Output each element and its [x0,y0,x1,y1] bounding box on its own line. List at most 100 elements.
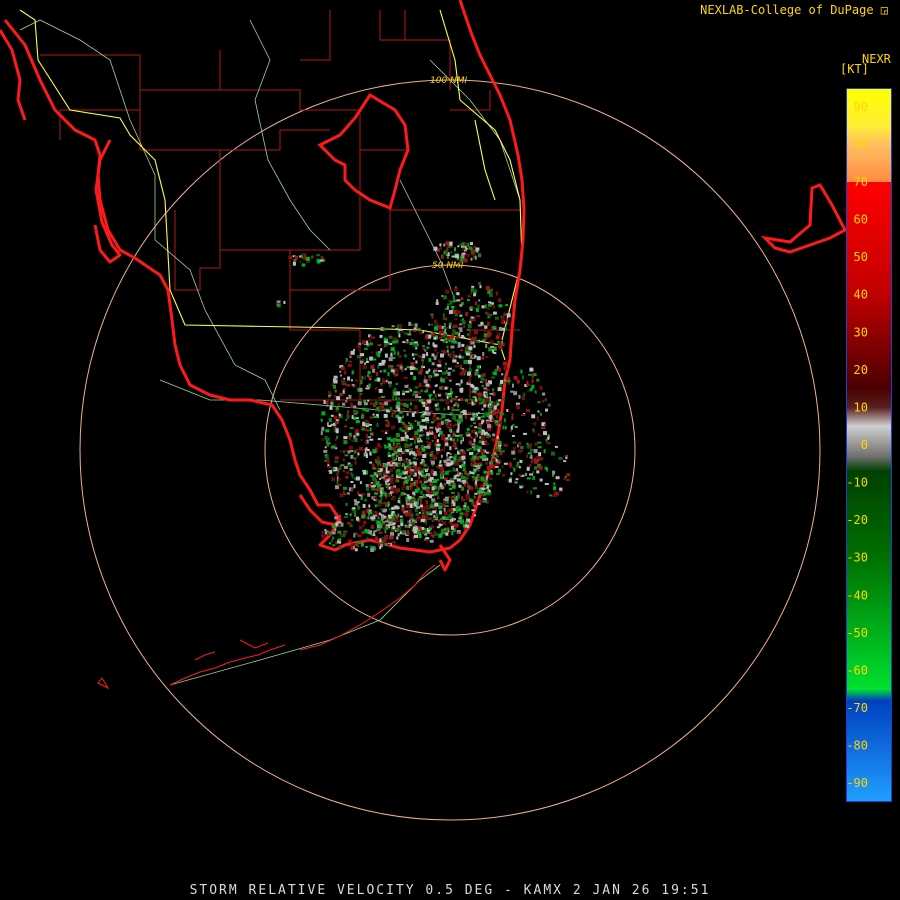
echo-pixel [481,435,486,440]
echo-pixel [326,404,329,407]
echo-pixel [351,415,354,420]
echo-pixel [333,425,336,430]
echo-pixel [425,406,430,411]
echo-pixel [352,507,356,510]
echo-pixel [461,486,465,491]
echo-pixel [343,465,348,469]
echo-pixel [447,252,450,257]
echo-pixel [559,487,563,491]
echo-pixel [385,432,387,434]
echo-pixel [503,361,508,366]
echo-pixel [405,436,409,439]
echo-pixel [347,376,351,381]
echo-pixel [396,438,400,442]
echo-pixel [388,518,393,522]
echo-pixel [393,465,395,470]
echo-pixel [324,446,327,449]
echo-pixel [436,444,441,447]
echo-pixel [389,468,393,473]
echo-pixel [365,454,368,458]
echo-pixel [379,531,383,534]
echo-pixel [389,406,393,411]
echo-pixel [444,529,448,533]
echo-pixel [453,441,457,445]
echo-pixel [420,501,423,504]
echo-pixel [443,407,446,411]
echo-pixel [421,447,426,452]
echo-pixel [397,443,401,448]
echo-pixel [518,449,522,454]
echo-pixel [393,446,396,450]
echo-pixel [434,489,438,493]
echo-pixel [377,517,380,520]
echo-pixel [361,414,364,419]
echo-pixel [502,342,505,347]
echo-pixel [421,433,425,436]
echo-pixel [390,369,395,373]
echo-pixel [375,372,378,377]
echo-pixel [412,435,417,439]
echo-pixel [424,496,428,499]
echo-pixel [481,477,484,482]
echo-pixel [418,383,422,387]
echo-pixel [491,376,496,379]
echo-pixel [468,371,471,373]
echo-pixel [507,382,510,385]
echo-pixel [437,502,442,505]
echo-pixel [455,355,458,358]
echo-pixel [404,332,408,335]
echo-pixel [530,454,533,458]
echo-pixel [502,398,505,401]
echo-pixel [351,405,353,409]
echo-pixel [486,307,491,310]
echo-pixel [316,254,321,257]
echo-pixel [467,483,470,486]
echo-pixel [340,450,343,453]
echo-pixel [377,344,382,346]
echo-pixel [511,435,515,437]
echo-pixel [395,339,399,344]
echo-pixel [369,416,374,419]
echo-pixel [494,316,499,320]
echo-pixel [428,358,432,362]
echo-pixel [394,391,397,396]
echo-pixel [388,516,392,519]
echo-pixel [452,351,455,353]
echo-pixel [402,341,406,344]
echo-pixel [496,400,499,404]
echo-pixel [350,481,354,483]
echo-pixel [466,328,470,331]
echo-pixel [432,510,437,514]
echo-pixel [331,536,334,540]
echo-pixel [526,490,529,493]
echo-pixel [404,525,408,528]
echo-pixel [388,364,391,369]
echo-pixel [429,513,433,516]
echo-pixel [473,495,476,498]
echo-pixel [534,459,539,464]
echo-pixel [446,255,449,259]
echo-pixel [337,468,340,473]
echo-pixel [439,427,442,431]
echo-pixel [354,548,358,552]
echo-pixel [384,529,387,534]
echo-pixel [353,412,358,415]
echo-pixel [389,383,392,388]
echo-pixel [531,374,534,379]
echo-pixel [350,488,353,492]
echo-pixel [397,407,401,412]
echo-pixel [329,542,331,545]
echo-pixel [505,304,509,307]
echo-pixel [305,256,310,261]
echo-pixel [387,493,391,497]
echo-pixel [419,330,423,335]
echo-pixel [421,410,424,414]
echo-pixel [404,354,407,358]
echo-pixel [444,511,448,516]
echo-pixel [371,485,376,488]
echo-pixel [299,260,302,263]
echo-pixel [483,470,488,474]
echo-pixel [458,484,462,488]
echo-pixel [496,472,500,475]
echo-pixel [362,340,367,345]
